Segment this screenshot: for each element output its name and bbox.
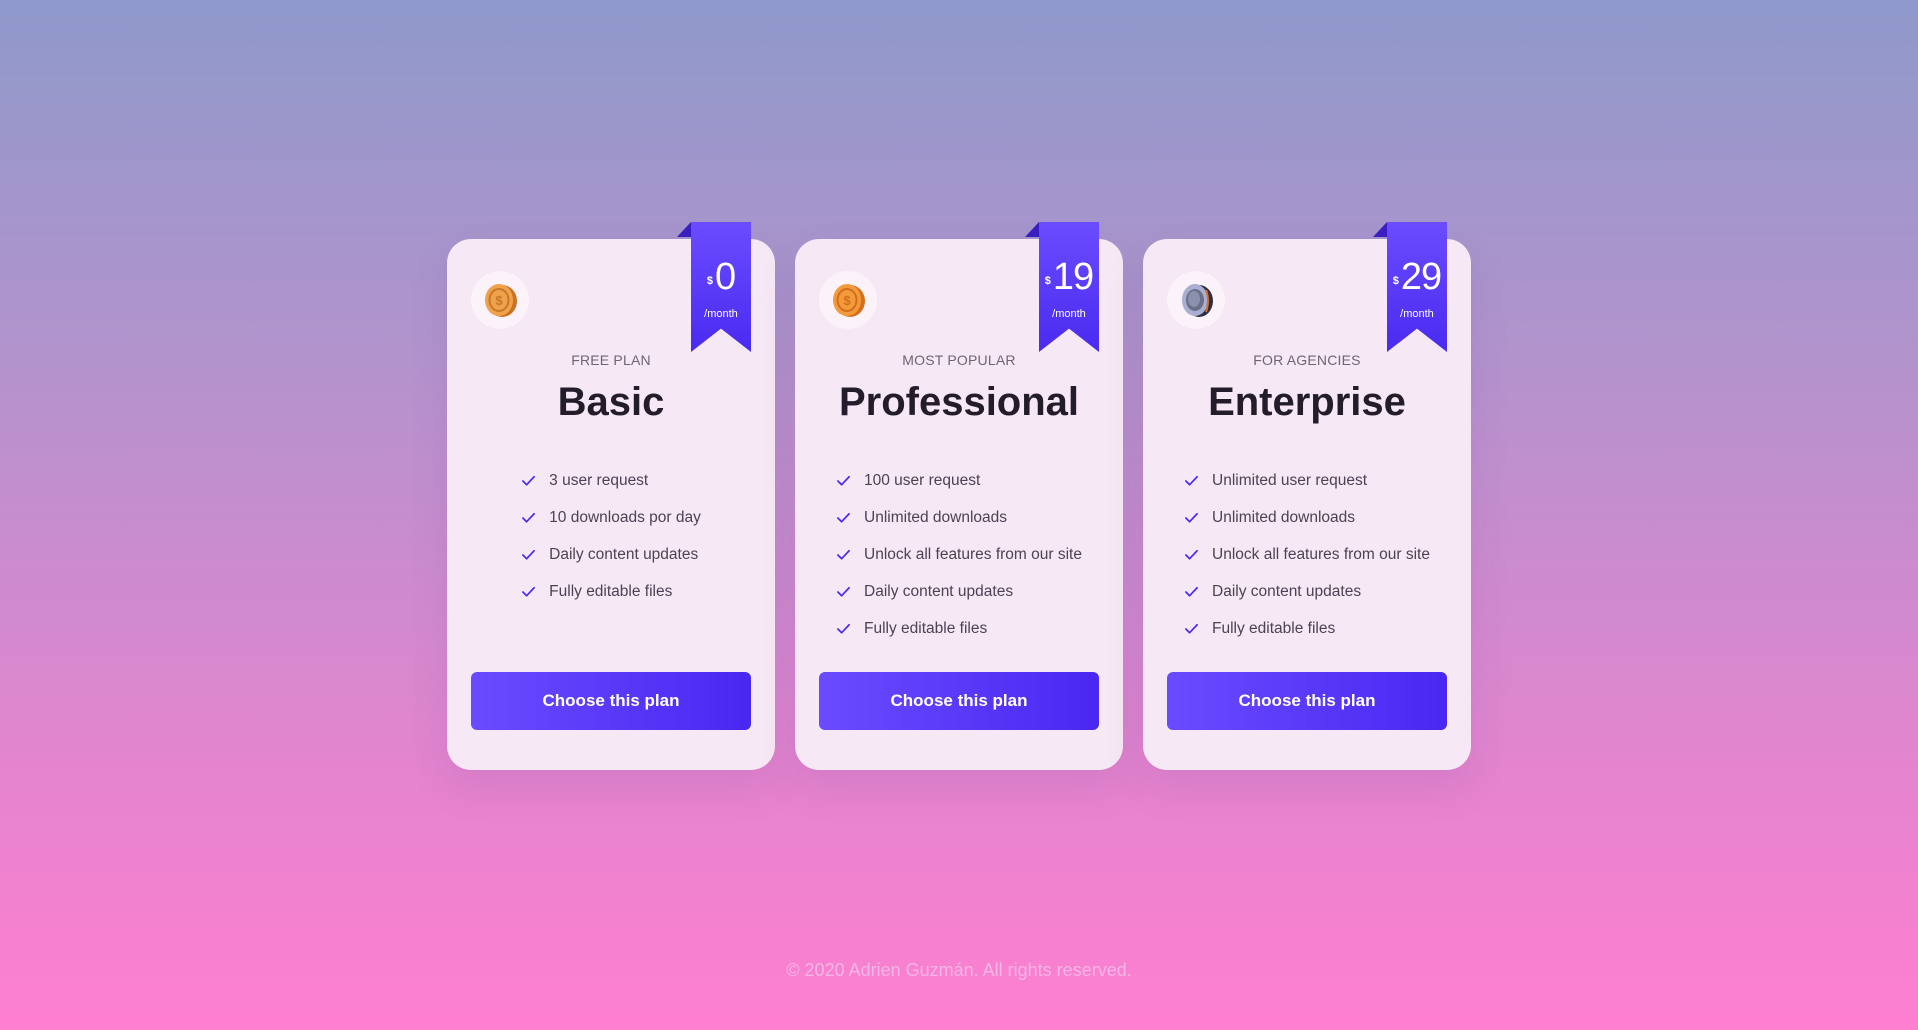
feature-text: Unlimited user request: [1212, 471, 1368, 489]
plan-tag: FOR AGENCIES: [1253, 352, 1361, 368]
price-period: /month: [1052, 308, 1086, 320]
check-icon: [1185, 623, 1198, 634]
feature-item: Unlimited downloads: [836, 499, 1082, 536]
check-icon: [837, 549, 850, 560]
copyright-footer: © 2020 Adrien Guzmán. All rights reserve…: [786, 960, 1132, 980]
check-icon: [837, 475, 850, 486]
feature-item: Fully editable files: [521, 573, 701, 610]
feature-list: 3 user request 10 downloads por day Dail…: [447, 462, 775, 610]
pricing-card-professional: $ $ 19 /month MOST POPULAR Professional …: [795, 222, 1123, 770]
feature-item: 3 user request: [521, 462, 701, 499]
feature-item: Unlimited downloads: [1184, 499, 1430, 536]
feature-item: Unlock all features from our site: [836, 536, 1082, 573]
pricing-card-basic: $ $ 0 /month FREE PLAN Basic 3 user requ…: [447, 222, 775, 770]
feature-text: Unlock all features from our site: [864, 545, 1082, 563]
check-icon: [837, 586, 850, 597]
feature-item: 100 user request: [836, 462, 1082, 499]
feature-text: Daily content updates: [549, 545, 699, 563]
price-ribbon: $ 19 /month: [1025, 222, 1099, 352]
feature-text: Unlimited downloads: [864, 508, 1008, 526]
feature-item: Daily content updates: [1184, 573, 1430, 610]
feature-item: 10 downloads por day: [521, 499, 701, 536]
price: $ 0: [691, 258, 751, 296]
check-icon: [1185, 475, 1198, 486]
plan-tag: MOST POPULAR: [902, 352, 1016, 368]
price-period: /month: [1400, 308, 1434, 320]
pricing-cards: $ $ 0 /month FREE PLAN Basic 3 user requ…: [447, 222, 1471, 770]
feature-list: Unlimited user request Unlimited downloa…: [1143, 462, 1471, 647]
feature-text: 100 user request: [864, 471, 981, 489]
ribbon-fold: [677, 222, 691, 237]
price-ribbon: $ 29 /month: [1373, 222, 1447, 352]
feature-list: 100 user request Unlimited downloads Unl…: [795, 462, 1123, 647]
feature-text: 10 downloads por day: [549, 508, 701, 526]
svg-text:$: $: [843, 293, 851, 308]
feature-item: Daily content updates: [836, 573, 1082, 610]
feature-text: Daily content updates: [1212, 582, 1362, 600]
silver-coin-icon: [1167, 271, 1225, 329]
feature-item: Fully editable files: [1184, 610, 1430, 647]
gold-coin-icon: $: [819, 271, 877, 329]
choose-plan-button-enterprise[interactable]: Choose this plan: [1167, 672, 1447, 730]
ribbon-fold: [1373, 222, 1387, 237]
check-icon: [1185, 512, 1198, 523]
check-icon: [522, 549, 536, 560]
feature-text: 3 user request: [549, 471, 649, 489]
price-period: /month: [704, 308, 738, 320]
feature-text: Daily content updates: [864, 582, 1014, 600]
price-amount: 29: [1400, 256, 1442, 298]
feature-item: Unlimited user request: [1184, 462, 1430, 499]
feature-text: Unlock all features from our site: [1212, 545, 1430, 563]
feature-item: Fully editable files: [836, 610, 1082, 647]
price-ribbon: $ 0 /month: [677, 222, 751, 352]
pricing-card-enterprise: $ 29 /month FOR AGENCIES Enterprise Unli…: [1143, 222, 1471, 770]
check-icon: [837, 512, 850, 523]
price-amount: 19: [1052, 256, 1094, 298]
check-icon: [522, 475, 536, 486]
check-icon: [1185, 586, 1198, 597]
feature-text: Fully editable files: [549, 582, 673, 600]
plan-name: Enterprise: [1208, 380, 1406, 424]
check-icon: [522, 512, 536, 523]
plan-tag: FREE PLAN: [571, 352, 651, 368]
check-icon: [837, 623, 850, 634]
plan-name: Basic: [557, 380, 665, 424]
choose-plan-button-professional[interactable]: Choose this plan: [819, 672, 1099, 730]
choose-plan-button-basic[interactable]: Choose this plan: [471, 672, 751, 730]
currency-symbol: $: [1044, 275, 1051, 287]
feature-text: Fully editable files: [1212, 619, 1336, 637]
check-icon: [522, 586, 536, 597]
currency-symbol: $: [706, 275, 713, 287]
check-icon: [1185, 549, 1198, 560]
price-amount: 0: [714, 256, 736, 298]
svg-text:$: $: [495, 293, 503, 308]
ribbon-fold: [1025, 222, 1039, 237]
feature-item: Daily content updates: [521, 536, 701, 573]
feature-text: Unlimited downloads: [1212, 508, 1356, 526]
feature-text: Fully editable files: [864, 619, 988, 637]
price: $ 29: [1387, 258, 1447, 296]
price: $ 19: [1039, 258, 1099, 296]
gold-coin-icon: $: [471, 271, 529, 329]
currency-symbol: $: [1392, 275, 1399, 287]
plan-name: Professional: [838, 380, 1080, 424]
feature-item: Unlock all features from our site: [1184, 536, 1430, 573]
